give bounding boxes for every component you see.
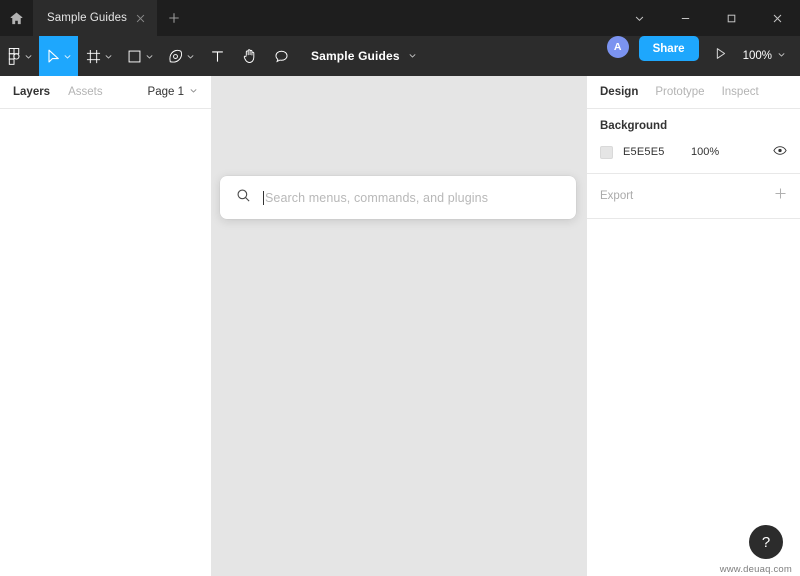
pen-tool-button[interactable]: [160, 36, 201, 76]
search-input[interactable]: Search menus, commands, and plugins: [265, 191, 488, 205]
search-icon: [236, 188, 251, 208]
present-button[interactable]: [705, 36, 737, 76]
main-toolbar: Sample Guides A Share 100%: [0, 36, 800, 76]
right-panel: Design Prototype Inspect Background E5E5…: [586, 76, 800, 576]
document-title: Sample Guides: [311, 49, 400, 63]
color-swatch[interactable]: [600, 145, 613, 159]
eye-icon[interactable]: [773, 143, 787, 161]
frame-icon: [86, 49, 101, 64]
quick-actions-search[interactable]: Search menus, commands, and plugins: [220, 176, 576, 219]
chevron-down-icon: [777, 50, 786, 62]
rectangle-icon: [127, 49, 142, 64]
figma-app-window: Sample Guides Sample Guides A Share 100%…: [0, 0, 800, 576]
tab-prototype[interactable]: Prototype: [655, 86, 704, 98]
chevron-down-icon: [63, 52, 72, 61]
maximize-icon[interactable]: [708, 0, 754, 36]
tab-layers[interactable]: Layers: [13, 86, 50, 98]
titlebar-drag-region: [191, 0, 616, 36]
cursor-arrow-icon: [47, 49, 60, 64]
tab-inspect[interactable]: Inspect: [722, 86, 759, 98]
tab-design[interactable]: Design: [600, 86, 638, 98]
hand-tool-button[interactable]: [233, 36, 265, 76]
page-selector[interactable]: Page 1: [148, 86, 198, 98]
zoom-level: 100%: [742, 50, 772, 62]
close-icon[interactable]: [754, 0, 800, 36]
app-body: Layers Assets Page 1 Design Prototype In…: [0, 76, 800, 576]
minimize-icon[interactable]: [662, 0, 708, 36]
close-icon[interactable]: [136, 12, 145, 25]
chevron-down-icon: [104, 52, 113, 61]
chevron-down-icon[interactable]: [616, 0, 662, 36]
chevron-down-icon: [408, 49, 417, 63]
window-controls: [616, 0, 800, 36]
share-button[interactable]: Share: [638, 36, 699, 61]
zoom-control[interactable]: 100%: [737, 36, 800, 76]
opacity-value[interactable]: 100%: [691, 146, 773, 158]
move-tool-button[interactable]: [39, 36, 78, 76]
chevron-down-icon: [145, 52, 154, 61]
text-icon: [210, 49, 225, 64]
left-panel: Layers Assets Page 1: [0, 76, 212, 576]
pen-icon: [168, 49, 183, 64]
text-tool-button[interactable]: [201, 36, 233, 76]
chevron-down-icon: [186, 52, 195, 61]
right-panel-tabs: Design Prototype Inspect: [587, 76, 800, 109]
tab-sample-guides[interactable]: Sample Guides: [33, 0, 157, 36]
figma-logo-icon: [8, 47, 21, 65]
left-panel-tabs: Layers Assets Page 1: [0, 76, 211, 109]
tab-strip: Sample Guides: [33, 0, 191, 36]
new-tab-button[interactable]: [157, 0, 191, 36]
comment-tool-button[interactable]: [265, 36, 297, 76]
chevron-down-icon: [189, 86, 198, 98]
layers-list[interactable]: [0, 109, 211, 576]
document-title-menu[interactable]: Sample Guides: [311, 36, 417, 76]
avatar[interactable]: A: [606, 36, 629, 58]
canvas[interactable]: [212, 76, 586, 576]
chevron-down-icon: [24, 52, 33, 61]
watermark: www.deuaq.com: [719, 564, 792, 575]
figma-menu-button[interactable]: [0, 36, 39, 76]
export-label: Export: [600, 190, 634, 202]
export-section: Export: [587, 174, 800, 219]
hand-icon: [242, 48, 257, 64]
shape-tool-button[interactable]: [119, 36, 160, 76]
background-section-title: Background: [600, 120, 668, 132]
title-bar: Sample Guides: [0, 0, 800, 36]
play-icon: [714, 47, 727, 65]
comment-icon: [274, 49, 289, 64]
tab-label: Sample Guides: [47, 12, 127, 24]
background-fill-row: E5E5E5 100%: [600, 143, 787, 161]
frame-tool-button[interactable]: [78, 36, 119, 76]
color-hex-value[interactable]: E5E5E5: [623, 146, 691, 158]
help-button[interactable]: ?: [749, 525, 783, 559]
background-section: Background E5E5E5 100%: [587, 109, 800, 174]
text-cursor: [263, 190, 264, 205]
tab-assets[interactable]: Assets: [68, 86, 103, 98]
page-selector-label: Page 1: [147, 86, 184, 98]
plus-icon[interactable]: [774, 187, 787, 205]
home-icon[interactable]: [0, 0, 33, 36]
